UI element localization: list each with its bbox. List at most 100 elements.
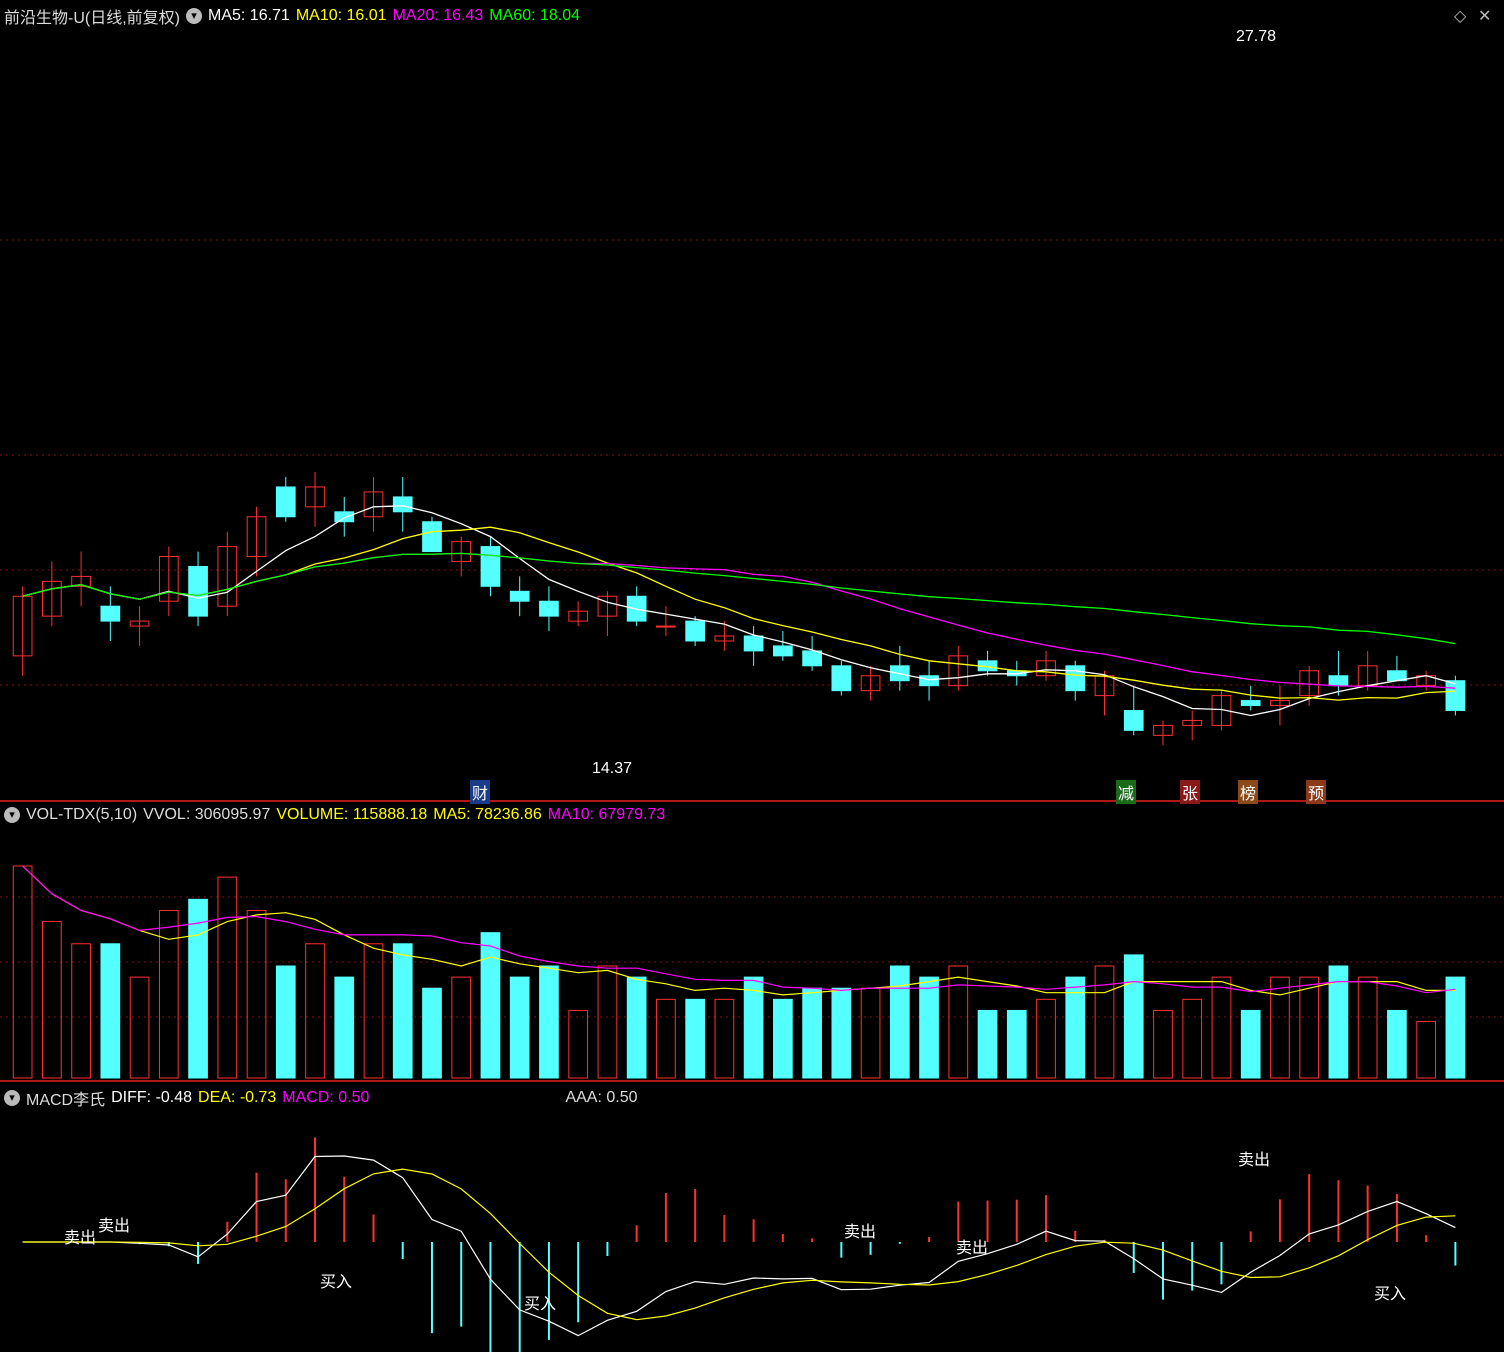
candlestick-plot[interactable] bbox=[0, 0, 1504, 800]
candle-body-45 bbox=[1328, 675, 1349, 687]
volume-bar-28 bbox=[831, 987, 852, 1079]
vvol-label: VVOL: 306095.97 bbox=[143, 806, 271, 823]
volume-bar-18 bbox=[539, 965, 559, 1079]
aaa-label: AAA: 0.50 bbox=[565, 1089, 638, 1106]
volume-bar-47 bbox=[1387, 1009, 1407, 1079]
volume-bar-5 bbox=[158, 909, 179, 1079]
volume-bar-20 bbox=[597, 965, 618, 1079]
candle-body-31 bbox=[919, 675, 939, 687]
candle-body-18 bbox=[539, 600, 559, 617]
volume-bar-34 bbox=[1006, 1009, 1027, 1079]
volume-bar-48 bbox=[1416, 1021, 1436, 1079]
volume-bar-37 bbox=[1094, 965, 1115, 1079]
candle-body-28 bbox=[831, 665, 852, 692]
ma60-label: MA60: 18.04 bbox=[489, 7, 581, 24]
candle-body-11 bbox=[334, 511, 355, 523]
volume-bar-19 bbox=[568, 1009, 589, 1079]
volume-bar-44 bbox=[1299, 976, 1320, 1079]
volume-settings-icon[interactable]: ▾ bbox=[4, 807, 20, 823]
candle-body-27 bbox=[802, 650, 822, 667]
ma10-line bbox=[22, 526, 1456, 701]
event-marker-zhang[interactable]: 张 bbox=[1180, 780, 1201, 804]
volume-bar-39 bbox=[1153, 1009, 1173, 1079]
ma20-line bbox=[22, 552, 1456, 689]
price-panel[interactable]: 前沿生物-U(日线,前复权) ▾ MA5: 16.71 MA10: 16.01 … bbox=[0, 0, 1504, 804]
candle-body-38 bbox=[1123, 710, 1144, 731]
stock-title: 前沿生物-U(日线,前复权) bbox=[4, 10, 180, 27]
candle-body-26 bbox=[773, 645, 793, 657]
sell-signal-5: 卖出 bbox=[1238, 1152, 1271, 1169]
buy-signal-2: 买入 bbox=[524, 1296, 557, 1313]
candle-body-42 bbox=[1240, 700, 1261, 707]
volume-bar-8 bbox=[246, 909, 267, 1079]
sell-signal-1: 卖出 bbox=[64, 1230, 97, 1247]
volume-bar-35 bbox=[1036, 998, 1056, 1079]
dea-line bbox=[22, 1168, 1456, 1321]
candle-body-22 bbox=[656, 625, 676, 628]
volume-header: ▾ VOL-TDX(5,10) VVOL: 306095.97 VOLUME: … bbox=[4, 806, 665, 824]
event-marker-jian[interactable]: 减 bbox=[1116, 780, 1137, 804]
macd-value-label: MACD: 0.50 bbox=[282, 1089, 370, 1106]
volume-bar-43 bbox=[1270, 976, 1290, 1079]
volume-bar-16 bbox=[480, 932, 501, 1079]
vol-ma10-line bbox=[22, 865, 1456, 994]
dea-label: DEA: -0.73 bbox=[198, 1089, 277, 1106]
volume-panel[interactable]: ▾ VOL-TDX(5,10) VVOL: 306095.97 VOLUME: … bbox=[0, 802, 1504, 1082]
volume-bar-7 bbox=[217, 876, 238, 1079]
candle-body-14 bbox=[422, 521, 442, 553]
volume-bar-29 bbox=[860, 987, 881, 1079]
price-header: 前沿生物-U(日线,前复权) ▾ MA5: 16.71 MA10: 16.01 … bbox=[4, 4, 580, 28]
high-price-label: 27.78 bbox=[1236, 28, 1277, 45]
ma10-label: MA10: 16.01 bbox=[295, 7, 387, 24]
event-marker-yu[interactable]: 预 bbox=[1306, 780, 1327, 804]
macd-title: MACD李氏 bbox=[26, 1092, 106, 1109]
macd-header: ▾ MACD李氏 DIFF: -0.48 DEA: -0.73 MACD: 0.… bbox=[4, 1086, 637, 1110]
volume-bar-0 bbox=[12, 865, 33, 1079]
volume-bar-26 bbox=[773, 998, 793, 1079]
volume-bar-23 bbox=[685, 998, 705, 1079]
candle-body-9 bbox=[275, 486, 296, 518]
volume-bar-9 bbox=[275, 965, 296, 1079]
volume-bar-11 bbox=[334, 976, 355, 1079]
macd-plot[interactable] bbox=[0, 1082, 1504, 1352]
candle-body-6 bbox=[188, 565, 208, 617]
volume-bar-46 bbox=[1357, 976, 1378, 1079]
volume-bar-6 bbox=[188, 898, 208, 1079]
volume-bar-14 bbox=[422, 987, 442, 1079]
volume-plot[interactable] bbox=[0, 802, 1504, 1080]
settings-icon[interactable]: ▾ bbox=[186, 8, 202, 24]
macd-settings-icon[interactable]: ▾ bbox=[4, 1090, 20, 1106]
event-marker-bang[interactable]: 榜 bbox=[1238, 780, 1259, 804]
volume-bar-2 bbox=[71, 943, 91, 1079]
ma5-label: MA5: 16.71 bbox=[208, 7, 290, 24]
macd-panel[interactable]: ▾ MACD李氏 DIFF: -0.48 DEA: -0.73 MACD: 0.… bbox=[0, 1082, 1504, 1352]
volume-bar-40 bbox=[1182, 998, 1203, 1079]
volume-bar-49 bbox=[1445, 976, 1466, 1079]
event-marker-cai[interactable]: 财 bbox=[470, 780, 491, 804]
vol-ma5-label: MA5: 78236.86 bbox=[433, 806, 542, 823]
volume-bar-1 bbox=[42, 921, 62, 1079]
volume-bar-33 bbox=[977, 1009, 998, 1079]
volume-bar-25 bbox=[743, 976, 764, 1079]
sell-signal-4: 卖出 bbox=[956, 1240, 989, 1257]
ma5-line bbox=[22, 505, 1456, 717]
buy-signal-3: 买入 bbox=[1374, 1286, 1407, 1303]
volume-bar-3 bbox=[100, 943, 121, 1079]
candle-body-13 bbox=[392, 496, 413, 513]
volume-bar-22 bbox=[656, 998, 676, 1079]
vol-ma5-line bbox=[22, 865, 1456, 996]
diff-label: DIFF: -0.48 bbox=[111, 1089, 193, 1106]
low-price-label: 14.37 bbox=[592, 760, 633, 777]
sell-signal-3: 卖出 bbox=[844, 1224, 877, 1241]
candle-body-16 bbox=[480, 546, 501, 587]
volume-bar-38 bbox=[1123, 954, 1144, 1079]
candle-body-3 bbox=[100, 605, 121, 622]
volume-bar-15 bbox=[451, 976, 472, 1079]
ma20-label: MA20: 16.43 bbox=[392, 7, 484, 24]
volume-bar-42 bbox=[1240, 1009, 1261, 1079]
volume-label: VOLUME: 115888.18 bbox=[276, 806, 428, 823]
candle-body-23 bbox=[685, 620, 705, 642]
volume-bar-4 bbox=[129, 976, 150, 1079]
volume-bar-41 bbox=[1211, 976, 1232, 1079]
volume-bar-31 bbox=[919, 976, 939, 1079]
